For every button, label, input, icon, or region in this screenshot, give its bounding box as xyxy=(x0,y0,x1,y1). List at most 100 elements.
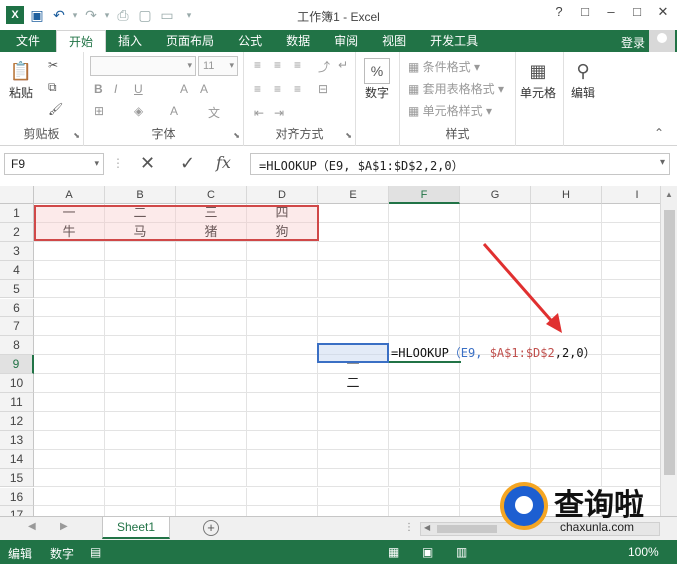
cell-d2[interactable]: 狗 xyxy=(247,222,318,242)
cell-d6[interactable] xyxy=(247,298,318,318)
column-header-a[interactable]: A xyxy=(34,186,105,204)
cell-h3[interactable] xyxy=(531,241,602,261)
cell-f6[interactable] xyxy=(389,298,460,318)
font-name-combo[interactable]: ▾ xyxy=(90,56,196,76)
cell-b1[interactable]: 二 xyxy=(105,204,176,223)
column-header-f[interactable]: F xyxy=(389,186,460,204)
cell-e2[interactable] xyxy=(318,222,389,242)
cell-a10[interactable] xyxy=(34,374,105,393)
cell-b3[interactable] xyxy=(105,241,176,261)
undo-dropdown-icon[interactable]: ▾ xyxy=(70,10,80,21)
cell-d12[interactable] xyxy=(247,411,318,431)
cell-c17[interactable] xyxy=(176,506,247,516)
cell-d7[interactable] xyxy=(247,317,318,337)
cell-a7[interactable] xyxy=(34,317,105,337)
customize-toolbar-icon[interactable]: ▾ xyxy=(178,10,200,21)
cell-b9[interactable] xyxy=(105,355,176,375)
column-header-c[interactable]: C xyxy=(176,186,247,204)
cell-c9[interactable] xyxy=(176,355,247,375)
cell-e8[interactable] xyxy=(318,336,389,356)
cell-g8[interactable] xyxy=(460,336,531,356)
cell-f9[interactable] xyxy=(389,355,460,375)
tab-view[interactable]: 视图 xyxy=(370,30,418,52)
cell-f3[interactable] xyxy=(389,241,460,261)
cell-a15[interactable] xyxy=(34,468,105,488)
cell-g3[interactable] xyxy=(460,241,531,261)
cell-g6[interactable] xyxy=(460,298,531,318)
cell-i3[interactable] xyxy=(602,242,660,261)
open-folder-icon[interactable]: ▭ xyxy=(156,7,178,24)
cell-a9[interactable] xyxy=(34,355,105,375)
number-format-button[interactable]: % 数字 xyxy=(364,58,390,101)
cell-i6[interactable] xyxy=(602,299,660,318)
cell-a2[interactable]: 牛 xyxy=(34,222,105,242)
format-painter-icon[interactable]: 🖌 xyxy=(48,102,63,116)
cell-a17[interactable] xyxy=(34,506,105,516)
cell-c10[interactable] xyxy=(176,374,247,393)
cell-i5[interactable] xyxy=(602,280,660,299)
minimize-button[interactable]: – xyxy=(601,4,621,20)
cell-h2[interactable] xyxy=(531,222,602,242)
cell-i8[interactable] xyxy=(602,336,660,356)
cell-a16[interactable] xyxy=(34,487,105,507)
login-link[interactable]: 登录 xyxy=(621,34,645,51)
tab-home[interactable]: 开始 xyxy=(56,30,107,52)
cell-h11[interactable] xyxy=(531,393,602,412)
row-header-7[interactable]: 7 xyxy=(0,317,34,337)
insert-function-icon[interactable]: fx xyxy=(216,153,231,172)
cut-icon[interactable]: ✂ xyxy=(48,58,58,72)
cell-b12[interactable] xyxy=(105,411,176,431)
cell-a13[interactable] xyxy=(34,430,105,450)
row-header-9[interactable]: 9 xyxy=(0,355,34,375)
cell-a5[interactable] xyxy=(34,279,105,299)
cell-c7[interactable] xyxy=(176,317,247,337)
cell-f13[interactable] xyxy=(389,430,460,450)
formula-input[interactable]: =HLOOKUP（E9, $A$1:$D$2,2,0） ▾ xyxy=(250,153,670,175)
cell-e17[interactable] xyxy=(318,506,389,516)
phonetic-icon[interactable]: 文 xyxy=(208,104,220,121)
redo-dropdown-icon[interactable]: ▾ xyxy=(102,10,112,21)
cell-h14[interactable] xyxy=(531,449,602,469)
cells-button[interactable]: ▦ 单元格 xyxy=(520,58,556,101)
row-header-2[interactable]: 2 xyxy=(0,222,34,242)
horizontal-scroll-thumb[interactable] xyxy=(437,525,497,533)
row-header-3[interactable]: 3 xyxy=(0,241,34,261)
cell-f11[interactable] xyxy=(389,393,460,412)
cell-a12[interactable] xyxy=(34,411,105,431)
cell-c11[interactable] xyxy=(176,393,247,412)
cell-c5[interactable] xyxy=(176,279,247,299)
tab-insert[interactable]: 插入 xyxy=(106,30,154,52)
column-header-h[interactable]: H xyxy=(531,186,602,204)
copy-icon[interactable]: ⧉ xyxy=(48,80,57,95)
cell-b2[interactable]: 马 xyxy=(105,222,176,242)
tab-file[interactable]: 文件 xyxy=(0,30,57,52)
cell-f14[interactable] xyxy=(389,449,460,469)
undo-icon[interactable]: ↶ xyxy=(48,7,70,24)
cell-b13[interactable] xyxy=(105,430,176,450)
column-header-i[interactable]: I xyxy=(602,186,660,204)
cell-c12[interactable] xyxy=(176,411,247,431)
decrease-font-icon[interactable]: A xyxy=(200,82,208,96)
cell-b11[interactable] xyxy=(105,393,176,412)
cell-c8[interactable] xyxy=(176,336,247,356)
scroll-left-icon[interactable]: ◀ xyxy=(424,523,430,532)
cell-a4[interactable] xyxy=(34,260,105,280)
cell-i2[interactable] xyxy=(602,223,660,242)
cell-d8[interactable] xyxy=(247,336,318,356)
cell-f12[interactable] xyxy=(389,411,460,431)
cell-f2[interactable] xyxy=(389,222,460,242)
cell-d4[interactable] xyxy=(247,260,318,280)
cell-d14[interactable] xyxy=(247,449,318,469)
cell-e1[interactable] xyxy=(318,204,389,223)
row-header-14[interactable]: 14 xyxy=(0,449,34,469)
page-layout-view-icon[interactable]: ▣ xyxy=(422,545,433,559)
cell-g12[interactable] xyxy=(460,411,531,431)
cell-e7[interactable] xyxy=(318,317,389,337)
sheet-tab-sheet1[interactable]: Sheet1 xyxy=(102,517,170,539)
cell-g14[interactable] xyxy=(460,449,531,469)
cell-h10[interactable] xyxy=(531,374,602,393)
cell-f10[interactable] xyxy=(389,374,460,393)
cell-e9[interactable]: 一 xyxy=(318,355,389,375)
column-header-g[interactable]: G xyxy=(460,186,531,204)
select-all-corner[interactable] xyxy=(0,186,34,204)
